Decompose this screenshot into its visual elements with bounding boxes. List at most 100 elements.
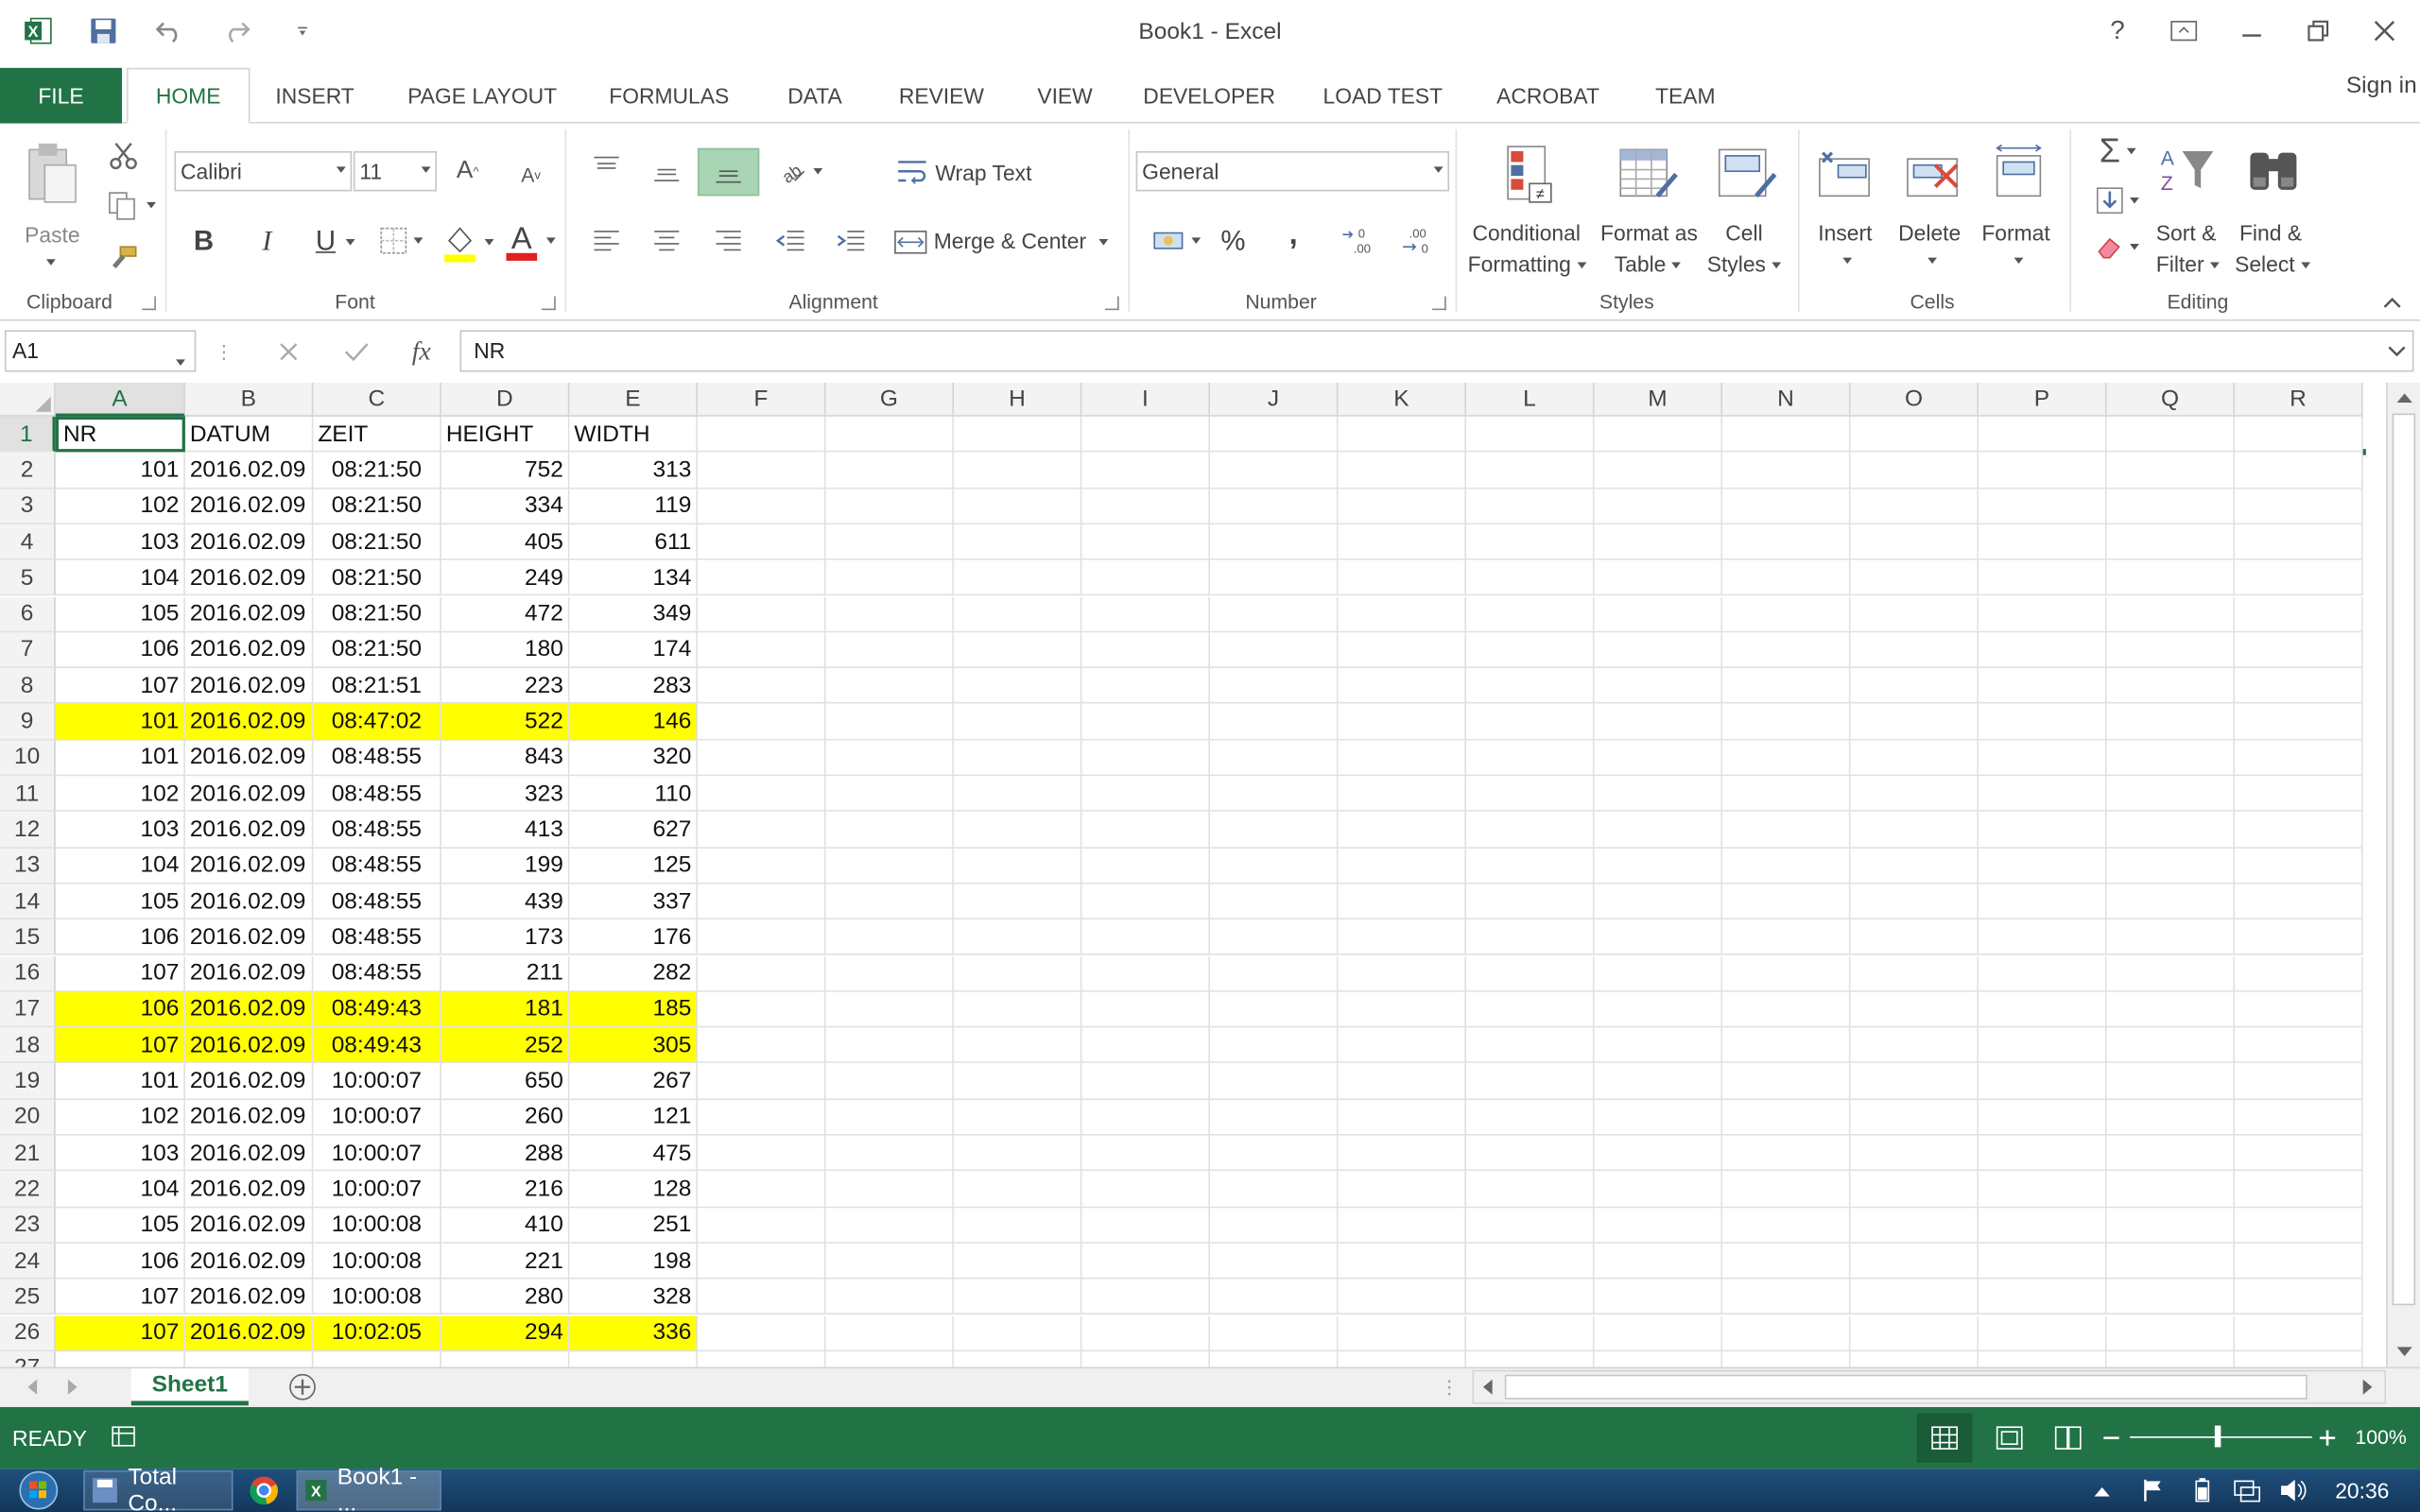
cell-f5[interactable] [697,559,826,596]
cell-m14[interactable] [1594,884,1723,920]
cell-n8[interactable] [1722,668,1851,705]
cell-b11[interactable]: 2016.02.09 [184,776,314,813]
cell-e20[interactable]: 121 [569,1099,698,1136]
cell-c5[interactable]: 08:21:50 [313,559,441,596]
column-header-o[interactable]: O [1850,382,1979,417]
cell-d10[interactable]: 843 [441,740,570,777]
cell-b22[interactable]: 2016.02.09 [184,1171,314,1208]
cell-l17[interactable] [1466,991,1595,1028]
row-header[interactable]: 17 [0,991,56,1028]
cell-a4[interactable]: 103 [55,524,185,560]
cell-f25[interactable] [697,1279,826,1315]
cell-i24[interactable] [1081,1243,1210,1280]
cell-b4[interactable]: 2016.02.09 [184,524,314,560]
format-painter-icon[interactable] [105,241,142,275]
cell-d16[interactable]: 211 [441,955,570,992]
cell-b19[interactable]: 2016.02.09 [184,1063,314,1100]
cell-b26[interactable]: 2016.02.09 [184,1314,314,1351]
cell-m23[interactable] [1594,1207,1723,1244]
cell-p2[interactable] [1979,452,2107,489]
tab-file[interactable]: FILE [0,67,122,124]
cell-f9[interactable] [697,704,826,741]
name-box[interactable]: A1 [4,330,197,372]
cell-h3[interactable] [953,488,1082,524]
tab-split-grip-icon[interactable]: ⋮ [1440,1375,1459,1400]
cell-q27[interactable] [2106,1350,2236,1367]
cell-r11[interactable] [2235,776,2363,813]
cell-h19[interactable] [953,1063,1082,1100]
cell-b14[interactable]: 2016.02.09 [184,884,314,920]
cell-j1[interactable] [1209,416,1339,453]
cell-i22[interactable] [1081,1171,1210,1208]
tab-data[interactable]: DATA [769,68,861,124]
column-header-g[interactable]: G [825,382,954,417]
column-header-m[interactable]: M [1594,382,1723,417]
cell-k14[interactable] [1338,884,1467,920]
find-select-icon[interactable] [2244,142,2306,200]
font-name-combo[interactable]: Calibri [174,150,353,192]
cell-f10[interactable] [697,740,826,777]
cell-g16[interactable] [825,955,954,992]
cell-k26[interactable] [1338,1314,1467,1351]
cell-h21[interactable] [953,1135,1082,1172]
delete-dropdown-icon[interactable] [1925,253,1940,268]
taskbar-item-total-commander[interactable]: Total Co... [83,1464,233,1512]
column-header-d[interactable]: D [441,382,570,417]
cell-k3[interactable] [1338,488,1467,524]
underline-button[interactable]: U [309,222,343,259]
column-header-p[interactable]: P [1979,382,2107,417]
cell-g2[interactable] [825,452,954,489]
cell-g21[interactable] [825,1135,954,1172]
number-format-combo[interactable]: General [1135,150,1450,192]
cell-q14[interactable] [2106,884,2236,920]
restore-icon[interactable] [2295,9,2342,53]
fill-icon[interactable] [2086,182,2148,219]
column-header-a[interactable]: A [55,382,185,417]
cell-b3[interactable]: 2016.02.09 [184,488,314,524]
cell-m16[interactable] [1594,955,1723,992]
cell-r16[interactable] [2235,955,2363,992]
cell-m12[interactable] [1594,812,1723,849]
column-header-b[interactable]: B [184,382,314,417]
cell-n4[interactable] [1722,524,1851,560]
cell-o23[interactable] [1850,1207,1979,1244]
cell-h2[interactable] [953,452,1082,489]
tab-home[interactable]: HOME [126,67,251,124]
cell-q1[interactable] [2106,416,2236,453]
sheet-scroll-left-icon[interactable] [22,1376,43,1398]
row-header[interactable]: 21 [0,1135,56,1172]
taskbar-clock[interactable]: 20:36 [2335,1478,2389,1503]
cell-f16[interactable] [697,955,826,992]
cell-m22[interactable] [1594,1171,1723,1208]
cell-h10[interactable] [953,740,1082,777]
bold-button[interactable]: B [187,222,221,259]
cell-e16[interactable]: 282 [569,955,698,992]
cell-a10[interactable]: 101 [55,740,185,777]
minimize-icon[interactable] [2229,9,2275,53]
cell-b5[interactable]: 2016.02.09 [184,559,314,596]
cell-k25[interactable] [1338,1279,1467,1315]
cell-b27[interactable] [185,1350,314,1367]
formula-input[interactable]: NR [459,330,2414,372]
column-header-r[interactable]: R [2235,382,2363,417]
cell-o15[interactable] [1850,919,1979,956]
insert-dropdown-icon[interactable] [1840,253,1855,268]
cell-j10[interactable] [1209,740,1339,777]
cell-o1[interactable] [1850,416,1979,453]
cell-f24[interactable] [697,1243,826,1280]
cell-l10[interactable] [1466,740,1595,777]
cell-h6[interactable] [953,596,1082,633]
cell-e9[interactable]: 146 [569,704,698,741]
cell-o24[interactable] [1850,1243,1979,1280]
cell-l5[interactable] [1466,559,1595,596]
cell-g24[interactable] [825,1243,954,1280]
font-size-combo[interactable]: 11 [353,150,438,192]
cell-c27[interactable] [313,1350,441,1367]
cell-f8[interactable] [697,668,826,705]
cell-l21[interactable] [1466,1135,1595,1172]
cell-d14[interactable]: 439 [441,884,570,920]
orientation-icon[interactable]: ab [771,151,827,191]
cell-o21[interactable] [1850,1135,1979,1172]
cell-q8[interactable] [2106,668,2236,705]
accounting-format-icon[interactable] [1149,222,1204,259]
